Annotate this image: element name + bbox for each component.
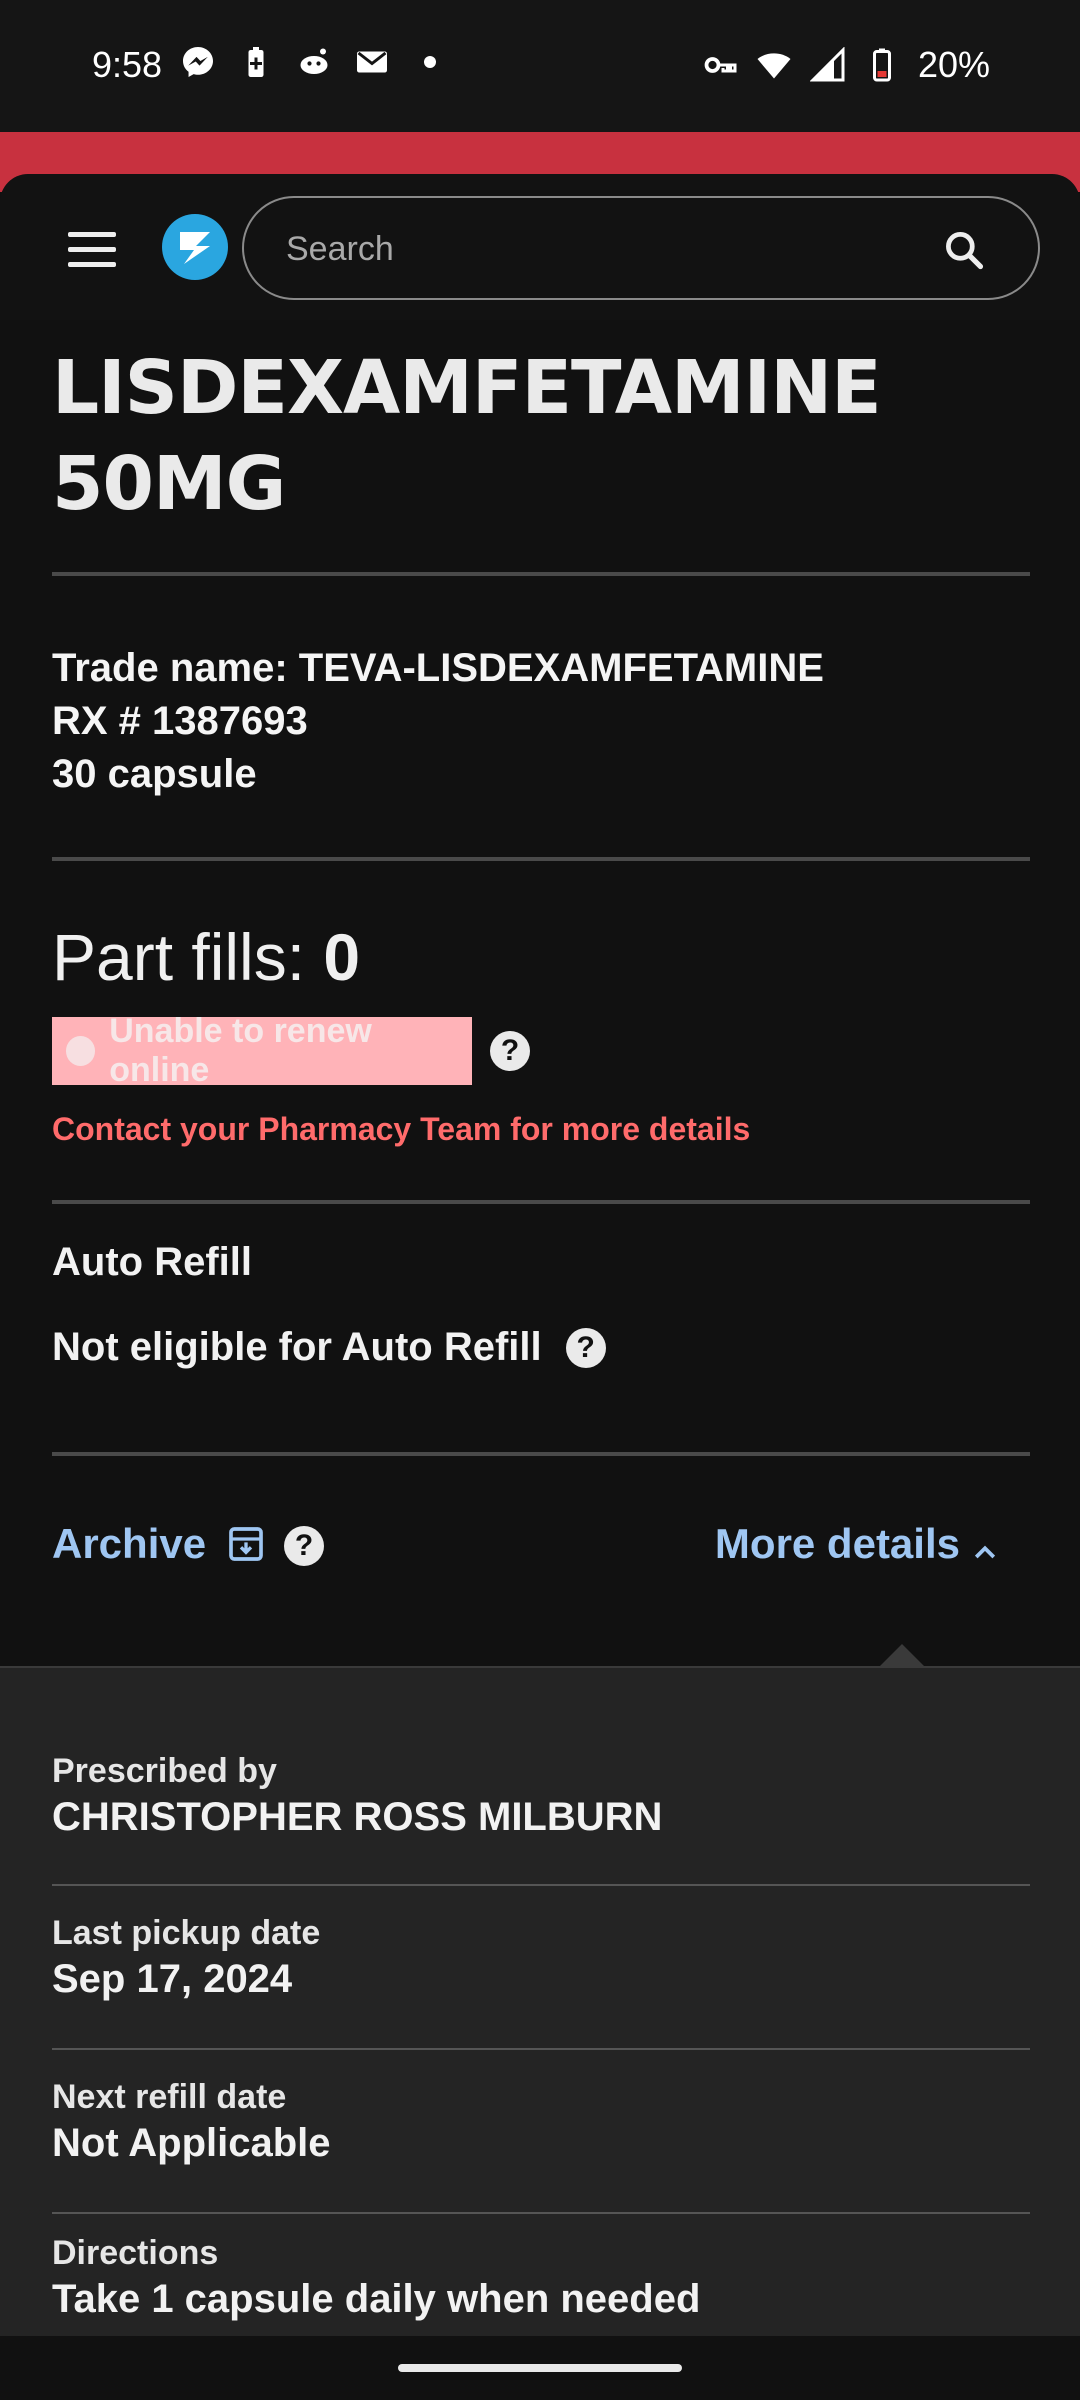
status-bar: 9:58 20%: [0, 0, 1080, 132]
app-header: [0, 174, 1080, 320]
chevron-up-icon: [970, 1529, 1000, 1559]
prescription-info: Trade name: TEVA-LISDEXAMFETAMINE RX # 1…: [52, 642, 1030, 801]
next-refill-label: Next refill date: [52, 2078, 287, 2116]
messenger-icon: [180, 44, 216, 80]
part-fills-label: Part fills:: [52, 920, 324, 994]
rx-number: RX # 1387693: [52, 699, 308, 743]
renew-status-badge: Unable to renew online: [52, 1012, 472, 1089]
prescribed-by-value: CHRISTOPHER ROSS MILBURN: [52, 1795, 663, 1839]
prescribed-by: Prescribed by CHRISTOPHER ROSS MILBURN: [52, 1752, 1030, 1840]
directions-label: Directions: [52, 2234, 219, 2272]
notification-icons: [180, 44, 448, 80]
search-icon[interactable]: [942, 228, 986, 272]
vpn-key-icon: [702, 47, 738, 83]
more-details-toggle[interactable]: More details: [715, 1520, 1000, 1568]
next-refill: Next refill date Not Applicable: [52, 2078, 1030, 2166]
directions-value: Take 1 capsule daily when needed: [52, 2277, 701, 2321]
battery-percentage: 20%: [917, 44, 990, 85]
home-indicator[interactable]: [398, 2364, 682, 2372]
more-details-panel: Prescribed by CHRISTOPHER ROSS MILBURN L…: [0, 1666, 1080, 2336]
status-dot-icon: [66, 1036, 96, 1066]
drug-strength: 50MG: [52, 441, 286, 527]
wifi-icon: [756, 47, 792, 83]
prescription-card: LISDEXAMFETAMINE 50MG Trade name: TEVA-L…: [52, 320, 1030, 1600]
battery-low-icon: [864, 47, 900, 83]
divider: [52, 572, 1030, 576]
renew-status-text: Unable to renew online: [109, 1012, 372, 1089]
divider: [52, 2212, 1030, 2214]
search-input[interactable]: [286, 224, 886, 274]
archive-icon: [226, 1524, 266, 1564]
auto-refill-status: Not eligible for Auto Refill: [52, 1325, 542, 1369]
trade-name: Trade name: TEVA-LISDEXAMFETAMINE: [52, 646, 824, 690]
part-fills-value: 0: [323, 920, 361, 994]
auto-refill-status-row: Not eligible for Auto Refill ?: [52, 1325, 1030, 1370]
divider: [52, 2048, 1030, 2050]
more-details-label: More details: [714, 1520, 960, 1567]
prescribed-by-label: Prescribed by: [52, 1752, 277, 1790]
divider: [52, 1452, 1030, 1456]
actions-row: Archive ? More details: [52, 1500, 1030, 1600]
battery-saver-icon: [238, 44, 274, 80]
dot-icon: [412, 44, 448, 80]
pharmacy-logo-icon[interactable]: [162, 214, 228, 280]
quantity: 30 capsule: [52, 752, 257, 796]
archive-label: Archive: [52, 1520, 207, 1567]
panel-pointer: [878, 1644, 926, 1668]
last-pickup-label: Last pickup date: [52, 1914, 321, 1952]
archive-help-icon[interactable]: ?: [284, 1526, 324, 1566]
auto-refill-title: Auto Refill: [52, 1240, 252, 1284]
contact-pharmacy-message: Contact your Pharmacy Team for more deta…: [52, 1111, 751, 1147]
next-refill-value: Not Applicable: [52, 2121, 331, 2165]
divider: [52, 857, 1030, 861]
last-pickup-value: Sep 17, 2024: [52, 1957, 293, 2001]
system-status-icons: 20%: [702, 44, 990, 86]
auto-refill-help-icon[interactable]: ?: [565, 1327, 606, 1368]
search-bar[interactable]: [242, 196, 1040, 300]
archive-button[interactable]: Archive: [52, 1520, 266, 1568]
status-time: 9:58: [92, 44, 163, 85]
renew-help-icon[interactable]: ?: [490, 1031, 530, 1071]
divider: [52, 1884, 1030, 1886]
mail-icon: [354, 44, 390, 80]
hamburger-menu-icon[interactable]: [68, 232, 116, 268]
drug-name: LISDEXAMFETAMINE: [52, 345, 882, 431]
drug-title: LISDEXAMFETAMINE 50MG: [52, 340, 1030, 532]
renew-status-row: Unable to renew online ?: [52, 1012, 1030, 1089]
last-pickup: Last pickup date Sep 17, 2024: [52, 1914, 1030, 2002]
reddit-icon: [296, 44, 332, 80]
divider: [52, 1200, 1030, 1204]
directions: Directions Take 1 capsule daily when nee…: [52, 2234, 1030, 2322]
part-fills: Part fills: 0: [52, 919, 1030, 995]
signal-icon: [809, 46, 846, 83]
